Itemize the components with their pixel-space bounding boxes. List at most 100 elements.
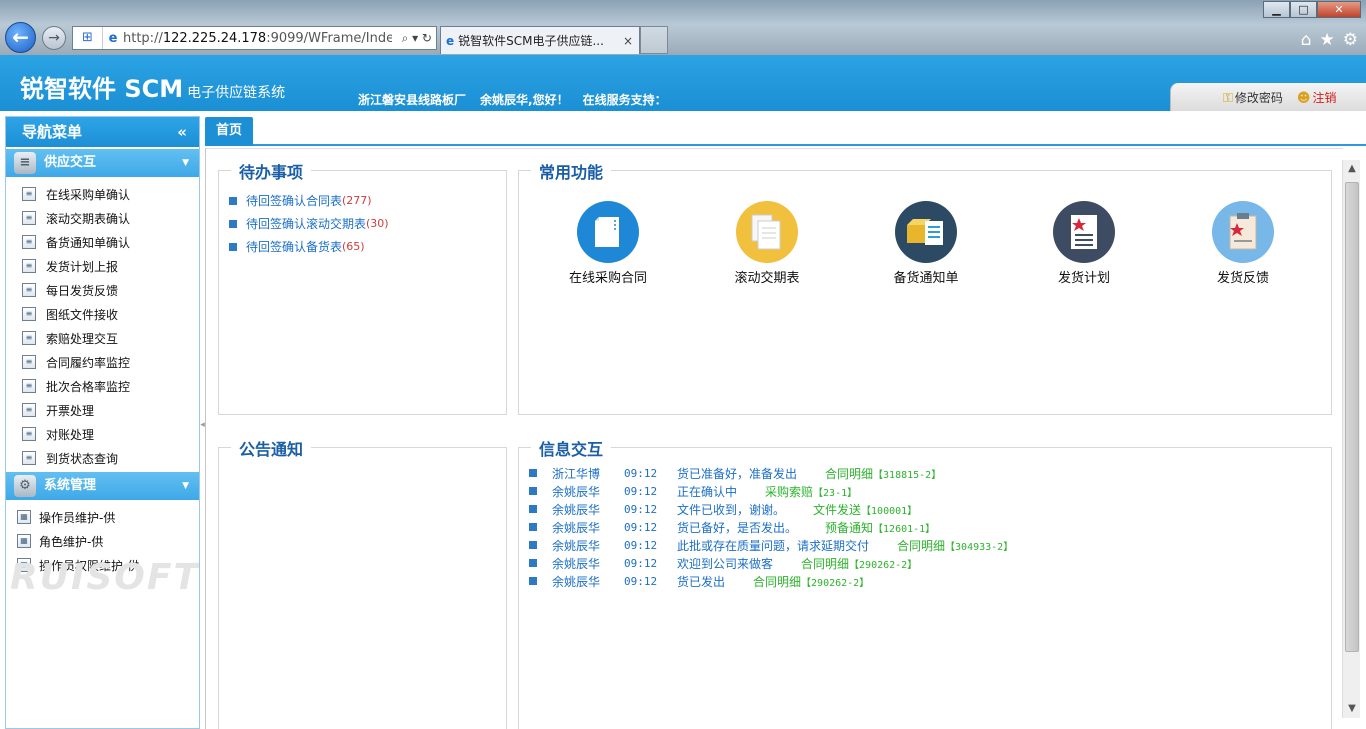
form-icon: ≡ bbox=[22, 307, 36, 321]
browser-chrome: ▁ □ ✕ ← → ⊞ e http://122.225.24.178:9099… bbox=[0, 0, 1366, 55]
back-button[interactable]: ← bbox=[5, 22, 36, 53]
url-text[interactable]: http://122.225.24.178:9099/WFrame/Index.… bbox=[123, 31, 392, 46]
form-icon: ≡ bbox=[22, 211, 36, 225]
plan-icon bbox=[1053, 201, 1115, 263]
message-row: 余姚辰华 09:12 欢迎到公司来做客 合同明细 【290262-2】 bbox=[529, 554, 1013, 572]
company-name: 浙江磐安县线路板厂 bbox=[358, 93, 467, 107]
chevron-down-icon: ▼ bbox=[182, 481, 189, 491]
message-link[interactable]: 合同明细 bbox=[825, 465, 873, 482]
message-link[interactable]: 合同明细 bbox=[897, 537, 945, 554]
browser-tools: ⌂ ★ ⚙ bbox=[1301, 30, 1358, 50]
notice-title: 公告通知 bbox=[231, 436, 312, 460]
vertical-scrollbar[interactable]: ▲ ▼ bbox=[1342, 160, 1360, 718]
form-icon: ≡ bbox=[22, 235, 36, 249]
close-tab-icon[interactable]: × bbox=[623, 34, 639, 48]
collapse-sidebar-icon[interactable]: « bbox=[177, 117, 187, 147]
bullet-icon bbox=[229, 219, 237, 228]
message-link[interactable]: 合同明细 bbox=[753, 573, 801, 590]
message-link[interactable]: 文件发送 bbox=[813, 501, 861, 518]
favorites-star-icon[interactable]: ★ bbox=[1320, 30, 1335, 50]
menu-item-contract-monitor[interactable]: ≡ 合同履约率监控 bbox=[6, 350, 199, 374]
app-header: 锐智软件 SCM 电子供应链系统 浙江磐安县线路板厂 余姚辰华,您好！ 在线服务支持：… bbox=[0, 55, 1366, 111]
menu-item-invoicing[interactable]: ≡ 开票处理 bbox=[6, 398, 199, 422]
maximize-button[interactable]: □ bbox=[1290, 1, 1317, 18]
minimize-button[interactable]: ▁ bbox=[1263, 1, 1290, 18]
main-content: 待办事项 待回签确认合同表 (277) 待回签确认滚动交期表 (30) 待回签确认备… bbox=[205, 148, 1343, 729]
browser-tab[interactable]: e 锐智软件SCM电子供应链... × bbox=[440, 26, 640, 54]
menu-list-supply: ≡ 在线采购单确认 ≡ 滚动交期表确认 ≡ 备货通知单确认 ≡ 发货计划上报 ≡ 每日发货… bbox=[6, 177, 199, 470]
main-tabbar: 首页 bbox=[205, 116, 1366, 146]
todo-item[interactable]: 待回签确认滚动交期表 (30) bbox=[229, 212, 389, 235]
menu-item-rolling-schedule[interactable]: ≡ 滚动交期表确认 bbox=[6, 206, 199, 230]
ruisoft-watermark-logo: RUISOFT bbox=[10, 557, 200, 598]
func-shipping-plan[interactable]: 发货计划 bbox=[1024, 201, 1144, 286]
change-password-link[interactable]: ⚿ 修改密码 bbox=[1223, 89, 1283, 106]
chevron-down-icon: ▼ bbox=[182, 158, 189, 168]
table-icon: ▦ bbox=[17, 534, 31, 548]
func-rolling-schedule[interactable]: 滚动交期表 bbox=[707, 201, 827, 286]
forward-button[interactable]: → bbox=[42, 26, 66, 50]
menu-item-role[interactable]: ▦ 角色维护-供 bbox=[6, 529, 199, 553]
address-bar[interactable]: ⊞ e http://122.225.24.178:9099/WFrame/In… bbox=[72, 26, 437, 50]
welcome-bar: 浙江磐安县线路板厂 余姚辰华,您好！ 在线服务支持： bbox=[358, 91, 681, 108]
ie-logo-icon: e bbox=[108, 30, 118, 46]
online-support[interactable]: 在线服务支持： bbox=[583, 93, 667, 107]
window-controls: ▁ □ ✕ bbox=[1263, 1, 1361, 18]
sidebar-header: 导航菜单 « bbox=[6, 117, 199, 147]
menu-item-arrival-status[interactable]: ≡ 到货状态查询 bbox=[6, 446, 199, 470]
func-shipping-feedback[interactable]: 发货反馈 bbox=[1183, 201, 1303, 286]
todo-item[interactable]: 待回签确认合同表 (277) bbox=[229, 189, 389, 212]
close-window-button[interactable]: ✕ bbox=[1317, 1, 1361, 18]
menu-item-stock-notice[interactable]: ≡ 备货通知单确认 bbox=[6, 230, 199, 254]
func-stock-notice[interactable]: 备货通知单 bbox=[866, 201, 986, 286]
clipboard-icon bbox=[1212, 201, 1274, 263]
sidebar: 导航菜单 « ≡ 供应交互 ▼ ≡ 在线采购单确认 ≡ 滚动交期表确认 ≡ 备货通知单… bbox=[5, 116, 200, 729]
menu-item-operator[interactable]: ▦ 操作员维护-供 bbox=[6, 505, 199, 529]
message-link[interactable]: 合同明细 bbox=[801, 555, 849, 572]
scroll-thumb[interactable] bbox=[1345, 182, 1359, 652]
tab-home[interactable]: 首页 bbox=[205, 117, 253, 146]
menu-item-reconciliation[interactable]: ≡ 对账处理 bbox=[6, 422, 199, 446]
messages-title: 信息交互 bbox=[531, 436, 612, 460]
menu-item-shipping-plan[interactable]: ≡ 发货计划上报 bbox=[6, 254, 199, 278]
user-greeting: 余姚辰华,您好！ bbox=[480, 93, 569, 107]
form-icon: ≡ bbox=[22, 451, 36, 465]
scroll-down-icon[interactable]: ▼ bbox=[1343, 700, 1361, 718]
functions-title: 常用功能 bbox=[531, 159, 612, 183]
new-tab-button[interactable] bbox=[640, 26, 668, 54]
todo-item[interactable]: 待回签确认备货表 (65) bbox=[229, 235, 389, 258]
message-link[interactable]: 采购索赔 bbox=[765, 483, 813, 500]
scroll-up-icon[interactable]: ▲ bbox=[1343, 160, 1361, 178]
app-brand: 锐智软件 SCM 电子供应链系统 bbox=[20, 69, 285, 104]
bullet-icon bbox=[229, 242, 237, 251]
home-icon[interactable]: ⌂ bbox=[1301, 30, 1312, 50]
database-icon: ≡ bbox=[14, 152, 36, 174]
menu-item-claims[interactable]: ≡ 索赔处理交互 bbox=[6, 326, 199, 350]
messages-panel: 信息交互 浙江华博 09:12 货已准备好，准备发出 合同明细 【318815-2】 余… bbox=[518, 436, 1332, 729]
bullet-icon bbox=[529, 469, 537, 477]
todo-title: 待办事项 bbox=[231, 159, 312, 183]
address-controls[interactable]: ⌕ ▾ ↻ bbox=[392, 31, 436, 46]
bullet-icon bbox=[529, 577, 537, 585]
form-icon: ≡ bbox=[22, 283, 36, 297]
bullet-icon bbox=[529, 559, 537, 567]
menu-item-batch-monitor[interactable]: ≡ 批次合格率监控 bbox=[6, 374, 199, 398]
logout-link[interactable]: ☻ 注销 bbox=[1297, 89, 1337, 106]
menu-group-supply[interactable]: ≡ 供应交互 ▼ bbox=[6, 149, 199, 177]
menu-item-online-order[interactable]: ≡ 在线采购单确认 bbox=[6, 182, 199, 206]
menu-item-daily-feedback[interactable]: ≡ 每日发货反馈 bbox=[6, 278, 199, 302]
todo-list: 待回签确认合同表 (277) 待回签确认滚动交期表 (30) 待回签确认备货表 (65… bbox=[229, 189, 389, 258]
compatibility-view-icon[interactable]: ⊞ bbox=[73, 27, 103, 49]
menu-item-drawings[interactable]: ≡ 图纸文件接收 bbox=[6, 302, 199, 326]
form-icon: ≡ bbox=[22, 403, 36, 417]
message-list: 浙江华博 09:12 货已准备好，准备发出 合同明细 【318815-2】 余姚辰华 09… bbox=[529, 464, 1013, 590]
tab-title: 锐智软件SCM电子供应链... bbox=[458, 34, 604, 48]
notice-panel: 公告通知 bbox=[218, 436, 507, 729]
func-online-contract[interactable]: 在线采购合同 bbox=[548, 201, 668, 286]
message-row: 余姚辰华 09:12 正在确认中 采购索赔 【23-1】 bbox=[529, 482, 1013, 500]
message-link[interactable]: 预备通知 bbox=[825, 519, 873, 536]
menu-group-system[interactable]: ⚙ 系统管理 ▼ bbox=[6, 472, 199, 500]
message-row: 余姚辰华 09:12 货已备好，是否发出。 预备通知 【12601-1】 bbox=[529, 518, 1013, 536]
settings-gear-icon[interactable]: ⚙ bbox=[1343, 30, 1358, 50]
gears-icon: ⚙ bbox=[14, 475, 36, 497]
